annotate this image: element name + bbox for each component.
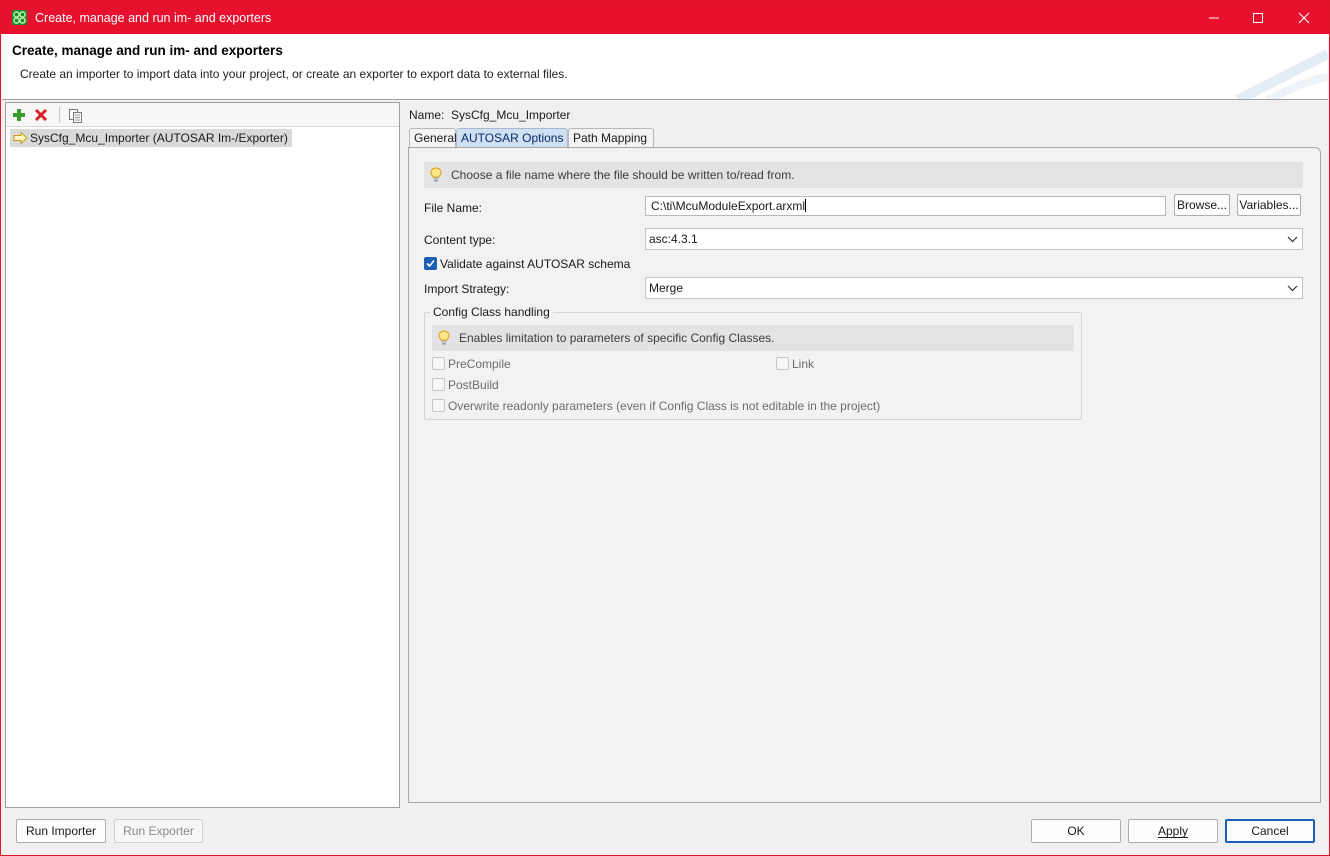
variables-button[interactable]: Variables...: [1237, 194, 1301, 216]
import-strategy-select[interactable]: Merge: [645, 277, 1303, 299]
apply-label: Apply: [1157, 824, 1189, 838]
header-title: Create, manage and run im- and exporters: [12, 43, 283, 58]
link-checkbox[interactable]: [776, 357, 789, 370]
file-hint-text: Choose a file name where the file should…: [451, 168, 795, 182]
app-logo-icon: [12, 10, 27, 25]
add-importer-button[interactable]: [11, 107, 27, 123]
ok-button[interactable]: OK: [1031, 819, 1121, 843]
cancel-button[interactable]: Cancel: [1225, 819, 1315, 843]
window-title: Create, manage and run im- and exporters: [35, 11, 272, 25]
arrow-right-icon: [13, 131, 28, 145]
delete-x-icon: [34, 108, 48, 122]
close-button[interactable]: [1281, 1, 1327, 34]
content-type-value: asc:4.3.1: [649, 232, 698, 246]
name-label: Name:: [409, 108, 445, 122]
lightbulb-icon: [430, 167, 442, 182]
run-exporter-button[interactable]: Run Exporter: [114, 819, 203, 843]
content-type-select[interactable]: asc:4.3.1: [645, 228, 1303, 250]
copy-importer-button[interactable]: [67, 107, 83, 123]
precompile-label: PreCompile: [448, 357, 511, 371]
header-description: Create an importer to import data into y…: [20, 67, 568, 81]
maximize-button[interactable]: [1235, 1, 1281, 34]
chevron-down-icon: [1287, 236, 1298, 243]
postbuild-label: PostBuild: [448, 378, 499, 392]
maximize-icon: [1253, 12, 1263, 23]
overwrite-readonly-label: Overwrite readonly parameters (even if C…: [448, 399, 881, 413]
title-bar: Create, manage and run im- and exporters: [1, 1, 1329, 34]
minimize-icon: [1209, 17, 1219, 18]
browse-button[interactable]: Browse...: [1174, 194, 1230, 216]
minimize-button[interactable]: [1191, 1, 1237, 34]
list-item-label: SysCfg_Mcu_Importer (AUTOSAR Im-/Exporte…: [30, 131, 288, 145]
import-strategy-label: Import Strategy:: [424, 282, 510, 296]
file-hint: Choose a file name where the file should…: [424, 162, 1303, 188]
import-strategy-value: Merge: [649, 281, 684, 295]
run-importer-button[interactable]: Run Importer: [16, 819, 106, 843]
header-decoration-icon: [1235, 49, 1328, 99]
dialog-header: Create, manage and run im- and exporters…: [2, 34, 1328, 100]
tab-general[interactable]: General: [409, 128, 457, 147]
chevron-down-icon: [1287, 285, 1298, 292]
copy-icon: [68, 108, 82, 123]
postbuild-checkbox[interactable]: [432, 378, 445, 391]
delete-importer-button[interactable]: [33, 107, 49, 123]
file-name-input[interactable]: C:\ti\McuModuleExport.arxml: [645, 196, 1166, 216]
content-type-label: Content type:: [424, 233, 496, 247]
list-toolbar: [6, 103, 399, 127]
overwrite-readonly-checkbox[interactable]: [432, 399, 445, 412]
dialog-window: Create, manage and run im- and exporters…: [0, 0, 1330, 856]
tab-path-mapping[interactable]: Path Mapping: [568, 128, 654, 147]
close-icon: [1298, 12, 1310, 23]
importer-list-panel: SysCfg_Mcu_Importer (AUTOSAR Im-/Exporte…: [5, 102, 400, 808]
apply-button[interactable]: Apply: [1128, 819, 1218, 843]
file-name-value: C:\ti\McuModuleExport.arxml: [651, 199, 806, 213]
validate-schema-label: Validate against AUTOSAR schema: [440, 257, 631, 271]
config-class-hint-text: Enables limitation to parameters of spec…: [459, 331, 775, 345]
config-class-hint: Enables limitation to parameters of spec…: [432, 325, 1074, 351]
precompile-checkbox[interactable]: [432, 357, 445, 370]
toolbar-separator: [59, 107, 60, 123]
tab-autosar-options[interactable]: AUTOSAR Options: [456, 128, 568, 147]
lightbulb-icon: [438, 330, 450, 345]
list-item[interactable]: SysCfg_Mcu_Importer (AUTOSAR Im-/Exporte…: [10, 129, 292, 147]
link-label: Link: [792, 357, 815, 371]
checkmark-icon: [426, 259, 435, 268]
name-value: SysCfg_Mcu_Importer: [451, 108, 571, 122]
file-name-label: File Name:: [424, 201, 483, 215]
validate-schema-checkbox[interactable]: [424, 257, 437, 270]
plus-icon: [13, 109, 25, 121]
config-class-title: Config Class handling: [430, 305, 553, 319]
